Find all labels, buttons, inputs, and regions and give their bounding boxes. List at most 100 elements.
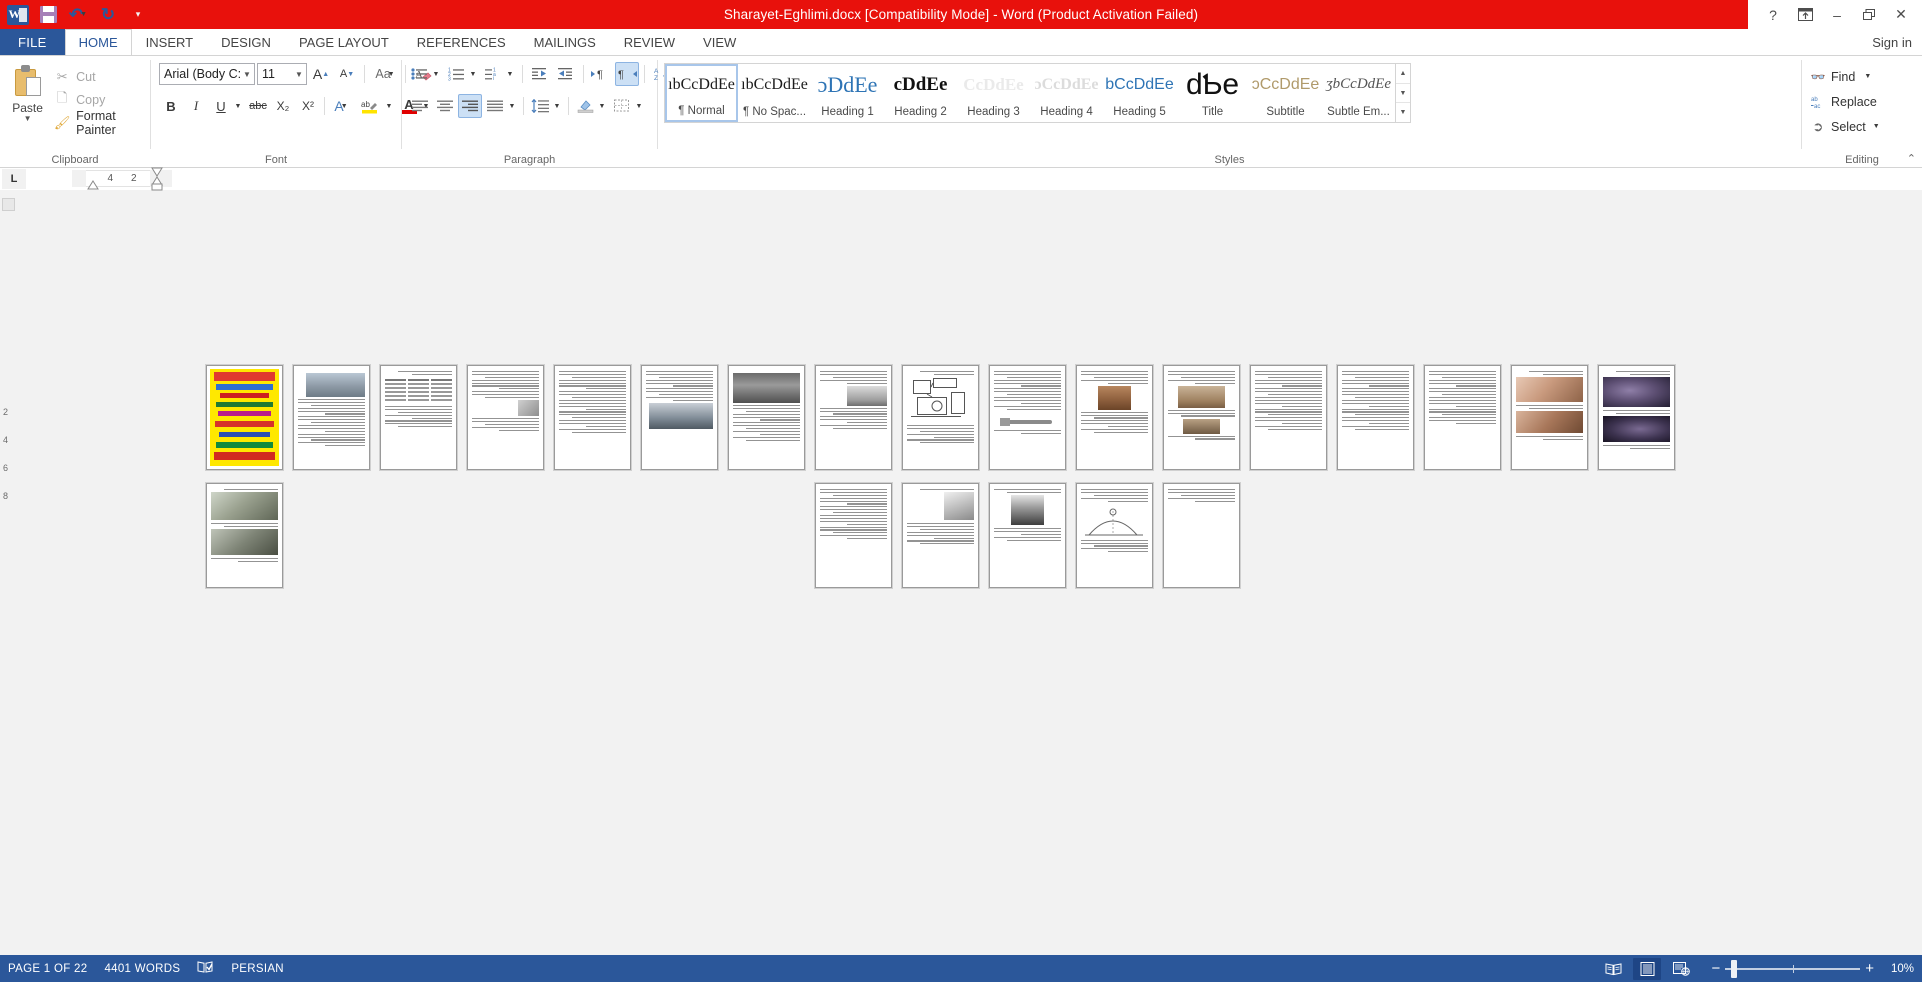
align-left-button[interactable] xyxy=(408,94,432,118)
borders-dropdown[interactable]: ▼ xyxy=(635,94,646,118)
help-button[interactable]: ? xyxy=(1758,1,1788,28)
shading-dropdown[interactable]: ▼ xyxy=(598,94,609,118)
zoom-in-button[interactable]: + xyxy=(1865,961,1874,976)
decrease-indent-button[interactable] xyxy=(528,62,552,86)
style-subtle-emphasis[interactable]: ʒbCcDdEe Subtle Em... xyxy=(1322,64,1395,122)
align-center-button[interactable] xyxy=(433,94,457,118)
styles-gallery[interactable]: ıbCcDdEe ¶ Normal ıbCcDdEe ¶ No Spac... … xyxy=(664,63,1411,123)
tab-design[interactable]: DESIGN xyxy=(207,29,285,55)
horizontal-ruler[interactable]: 4 2 xyxy=(72,167,172,191)
page-thumbnail-6[interactable] xyxy=(641,365,718,470)
numbering-dropdown[interactable]: ▼ xyxy=(469,62,480,86)
page-indicator[interactable]: PAGE 1 OF 22 xyxy=(8,963,87,975)
bullets-dropdown[interactable]: ▼ xyxy=(432,62,443,86)
paste-dropdown-icon[interactable]: ▼ xyxy=(24,114,32,123)
zoom-out-button[interactable]: − xyxy=(1711,961,1720,976)
vertical-scrollbar[interactable]: 2468 xyxy=(2,198,15,947)
tab-view[interactable]: VIEW xyxy=(689,29,750,55)
line-spacing-button[interactable] xyxy=(528,94,552,118)
undo-dropdown-icon[interactable]: ▼ xyxy=(80,11,87,18)
read-mode-button[interactable] xyxy=(1599,958,1627,980)
style-no-spacing[interactable]: ıbCcDdEe ¶ No Spac... xyxy=(738,64,811,122)
style-normal[interactable]: ıbCcDdEe ¶ Normal xyxy=(665,64,738,122)
tab-page-layout[interactable]: PAGE LAYOUT xyxy=(285,29,403,55)
save-button[interactable] xyxy=(34,2,62,28)
customize-qat-button[interactable]: ▾ xyxy=(124,2,152,28)
page-thumbnail-23[interactable] xyxy=(1163,483,1240,588)
page-thumbnail-7[interactable] xyxy=(728,365,805,470)
shading-button[interactable] xyxy=(573,94,597,118)
redo-button[interactable]: ↻ xyxy=(94,2,122,28)
subscript-button[interactable]: X₂ xyxy=(271,94,295,118)
align-right-button[interactable] xyxy=(458,94,482,118)
print-layout-button[interactable] xyxy=(1633,957,1662,980)
page-thumbnail-11[interactable] xyxy=(1076,365,1153,470)
proofing-status-button[interactable] xyxy=(197,960,214,977)
rtl-text-direction-button[interactable]: ¶ xyxy=(615,62,639,86)
page-thumbnail-1[interactable] xyxy=(206,365,283,470)
style-title[interactable]: dƄe Title xyxy=(1176,64,1249,122)
chevron-down-icon[interactable]: ▼ xyxy=(1864,73,1871,80)
line-spacing-dropdown[interactable]: ▼ xyxy=(553,94,564,118)
language-indicator[interactable]: PERSIAN xyxy=(231,963,284,975)
word-count[interactable]: 4401 WORDS xyxy=(104,963,180,975)
increase-indent-button[interactable] xyxy=(554,62,578,86)
tab-review[interactable]: REVIEW xyxy=(610,29,689,55)
format-painter-button[interactable]: 🖌 Format Painter xyxy=(54,109,145,137)
styles-more-button[interactable]: ▼ xyxy=(1396,103,1410,122)
tab-insert[interactable]: INSERT xyxy=(132,29,207,55)
ribbon-display-options-button[interactable] xyxy=(1790,1,1820,28)
italic-button[interactable]: I xyxy=(184,94,208,118)
styles-scroll-down-button[interactable]: ▼ xyxy=(1396,84,1410,104)
right-indent-marker[interactable] xyxy=(150,167,164,191)
web-layout-button[interactable] xyxy=(1667,958,1695,980)
justify-dropdown[interactable]: ▼ xyxy=(508,94,519,118)
page-thumbnail-21[interactable] xyxy=(989,483,1066,588)
tab-stop-selector[interactable]: L xyxy=(2,168,26,189)
page-thumbnail-15[interactable] xyxy=(1424,365,1501,470)
style-subtitle[interactable]: ɔCcDdEe Subtitle xyxy=(1249,64,1322,122)
chevron-down-icon[interactable]: ▼ xyxy=(1873,123,1880,130)
cut-button[interactable]: ✂ Cut xyxy=(54,67,145,87)
underline-dropdown[interactable]: ▼ xyxy=(234,94,245,118)
styles-scroll-up-button[interactable]: ▲ xyxy=(1396,64,1410,84)
multilevel-list-button[interactable]: 1 a i xyxy=(482,62,504,86)
page-thumbnail-20[interactable] xyxy=(902,483,979,588)
sign-in-button[interactable]: Sign in xyxy=(1872,29,1912,56)
style-heading-3[interactable]: CcDdEe Heading 3 xyxy=(957,64,1030,122)
tab-references[interactable]: REFERENCES xyxy=(403,29,520,55)
page-thumbnail-3[interactable] xyxy=(380,365,457,470)
text-effects-button[interactable]: A ▼ xyxy=(329,94,353,118)
borders-button[interactable] xyxy=(610,94,634,118)
font-name-combo[interactable]: Arial (Body C: ▼ xyxy=(159,63,255,85)
highlight-button[interactable]: ab xyxy=(354,94,384,118)
zoom-track[interactable] xyxy=(1725,959,1861,978)
grow-font-button[interactable]: A ▲ xyxy=(309,62,333,86)
justify-button[interactable] xyxy=(483,94,507,118)
page-thumbnail-18[interactable] xyxy=(206,483,283,588)
paste-button[interactable]: Paste ▼ xyxy=(5,61,50,123)
page-thumbnail-14[interactable] xyxy=(1337,365,1414,470)
ltr-text-direction-button[interactable]: ¶ xyxy=(589,62,613,86)
style-heading-5[interactable]: bCcDdEe Heading 5 xyxy=(1103,64,1176,122)
highlight-dropdown[interactable]: ▼ xyxy=(385,94,396,118)
zoom-thumb[interactable] xyxy=(1731,959,1738,978)
close-button[interactable]: ✕ xyxy=(1886,1,1916,28)
style-heading-1[interactable]: ɔDdEe Heading 1 xyxy=(811,64,884,122)
page-thumbnail-8[interactable] xyxy=(815,365,892,470)
superscript-button[interactable]: X² xyxy=(296,94,320,118)
numbering-button[interactable]: 123 xyxy=(445,62,467,86)
tab-file[interactable]: FILE xyxy=(0,29,65,55)
page-thumbnail-13[interactable] xyxy=(1250,365,1327,470)
document-canvas[interactable]: 2468 xyxy=(0,190,1922,955)
replace-button[interactable]: ab ac Replace xyxy=(1810,91,1880,112)
page-thumbnail-12[interactable] xyxy=(1163,365,1240,470)
word-app-logo[interactable]: W xyxy=(4,2,32,28)
zoom-slider[interactable]: − + xyxy=(1711,959,1874,978)
strikethrough-button[interactable]: abc xyxy=(246,94,270,118)
underline-button[interactable]: U xyxy=(209,94,233,118)
zoom-level[interactable]: 10% xyxy=(1880,963,1914,975)
copy-button[interactable]: 🗋 Copy xyxy=(54,90,145,110)
undo-button[interactable]: ↶ ▼ xyxy=(64,2,92,28)
page-thumbnail-9[interactable] xyxy=(902,365,979,470)
